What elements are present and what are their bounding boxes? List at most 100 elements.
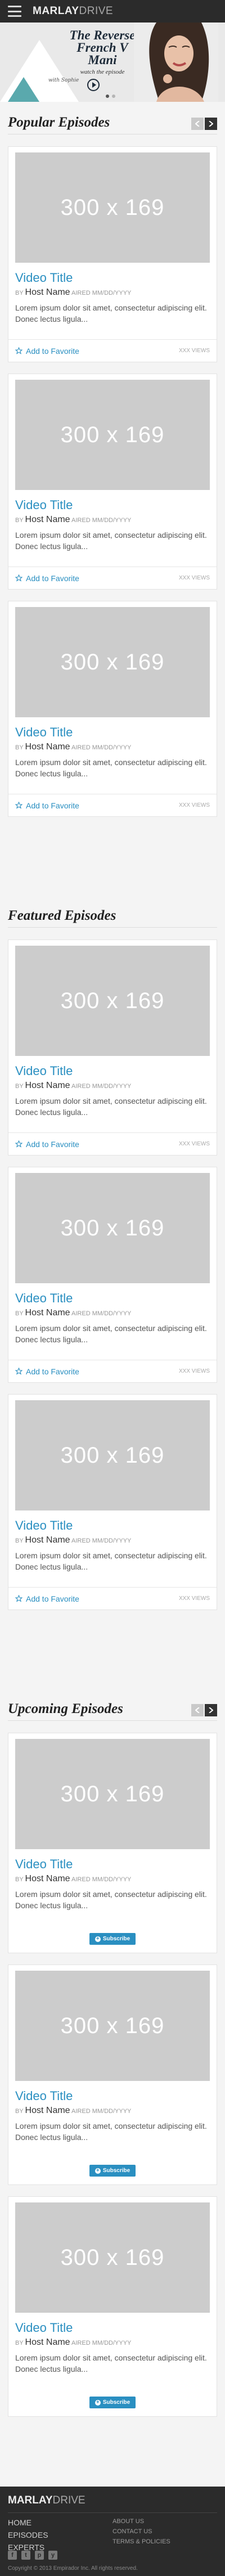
- episode-card[interactable]: 300 x 169 Video Title BY Host Name AIRED…: [8, 1964, 217, 2185]
- star-icon: [15, 1140, 22, 1148]
- episode-card[interactable]: 300 x 169 Video Title BY Host Name AIRED…: [8, 1733, 217, 1953]
- star-icon: [15, 802, 22, 809]
- add-to-favorite-button[interactable]: Add to Favorite: [15, 574, 79, 583]
- video-thumbnail[interactable]: 300 x 169: [15, 1971, 210, 2081]
- view-count: XXX VIEWS: [178, 1595, 210, 1602]
- section-title: Upcoming Episodes: [8, 1701, 123, 1716]
- featured-episodes-section: Featured Episodes: [0, 903, 225, 928]
- subscribe-button[interactable]: + Subscribe: [89, 2397, 136, 2408]
- footer-link-home[interactable]: HOME: [8, 2518, 48, 2527]
- video-title[interactable]: Video Title: [15, 498, 210, 512]
- episode-card[interactable]: 300 x 169 Video Title BY Host Name AIRED…: [8, 1167, 217, 1383]
- video-thumbnail[interactable]: 300 x 169: [15, 380, 210, 490]
- subscribe-button[interactable]: + Subscribe: [89, 1933, 136, 1945]
- video-title[interactable]: Video Title: [15, 2089, 210, 2103]
- footer-nav: HOME EPISODES EXPERTS: [8, 2518, 48, 2552]
- video-title[interactable]: Video Title: [15, 271, 210, 285]
- star-icon: [15, 347, 22, 354]
- twitter-icon[interactable]: t: [21, 2551, 30, 2560]
- card-footer: Add to Favorite XXX VIEWS: [8, 339, 217, 362]
- add-to-favorite-button[interactable]: Add to Favorite: [15, 801, 79, 810]
- upcoming-episodes-section: Upcoming Episodes: [0, 1696, 225, 1721]
- hero-title: The Reverse French V Mani: [69, 28, 136, 67]
- carousel-dot[interactable]: [106, 95, 109, 98]
- facebook-icon[interactable]: f: [8, 2551, 17, 2560]
- card-footer: Add to Favorite XXX VIEWS: [8, 1360, 217, 1382]
- hero-carousel-dots[interactable]: [106, 95, 115, 98]
- copyright-text: Copyright © 2013 Empirador Inc. All righ…: [8, 2565, 138, 2571]
- video-title[interactable]: Video Title: [15, 1064, 210, 1078]
- hero-play-button[interactable]: [87, 79, 100, 91]
- carousel-dot[interactable]: [112, 95, 115, 98]
- episode-card[interactable]: 300 x 169 Video Title BY Host Name AIRED…: [8, 146, 217, 362]
- video-title[interactable]: Video Title: [15, 1291, 210, 1306]
- video-thumbnail[interactable]: 300 x 169: [15, 1739, 210, 1849]
- add-to-favorite-button[interactable]: Add to Favorite: [15, 1367, 79, 1376]
- video-title[interactable]: Video Title: [15, 725, 210, 740]
- pinterest-icon[interactable]: p: [35, 2551, 44, 2560]
- youtube-icon[interactable]: y: [48, 2551, 57, 2560]
- video-meta: BY Host Name AIRED MM/DD/YYYY: [15, 2106, 132, 2115]
- video-meta: BY Host Name AIRED MM/DD/YYYY: [15, 515, 132, 524]
- next-arrow-icon[interactable]: [205, 1704, 217, 1716]
- top-bar: MARLAYDRIVE: [0, 0, 225, 23]
- view-count: XXX VIEWS: [178, 1368, 210, 1374]
- menu-icon[interactable]: [8, 6, 21, 17]
- video-meta: BY Host Name AIRED MM/DD/YYYY: [15, 742, 132, 752]
- subscribe-button[interactable]: + Subscribe: [89, 2165, 136, 2177]
- view-count: XXX VIEWS: [178, 575, 210, 581]
- video-thumbnail[interactable]: 300 x 169: [15, 152, 210, 263]
- add-to-favorite-button[interactable]: Add to Favorite: [15, 347, 79, 356]
- site-footer: MARLAYDRIVE HOME EPISODES EXPERTS ABOUT …: [0, 2487, 225, 2576]
- footer-link-contact[interactable]: CONTACT US: [112, 2528, 170, 2535]
- hero-signature: with Sophie: [48, 78, 79, 83]
- hero-banner[interactable]: The Reverse French V Mani watch the epis…: [0, 23, 225, 102]
- card-footer: Add to Favorite XXX VIEWS: [8, 1587, 217, 1610]
- video-title[interactable]: Video Title: [15, 2321, 210, 2335]
- video-meta: BY Host Name AIRED MM/DD/YYYY: [15, 1081, 132, 1090]
- video-description: Lorem ipsum dolor sit amet, consectetur …: [15, 531, 207, 551]
- add-to-favorite-button[interactable]: Add to Favorite: [15, 1594, 79, 1603]
- section-title: Popular Episodes: [8, 115, 110, 130]
- video-thumbnail[interactable]: 300 x 169: [15, 946, 210, 1056]
- episode-card[interactable]: 300 x 169 Video Title BY Host Name AIRED…: [8, 939, 217, 1156]
- episode-card[interactable]: 300 x 169 Video Title BY Host Name AIRED…: [8, 1394, 217, 1610]
- video-thumbnail[interactable]: 300 x 169: [15, 1400, 210, 1510]
- footer-logo[interactable]: MARLAYDRIVE: [8, 2494, 86, 2507]
- video-title[interactable]: Video Title: [15, 1857, 210, 1872]
- next-arrow-icon[interactable]: [205, 118, 217, 130]
- star-icon: [15, 574, 22, 582]
- video-description: Lorem ipsum dolor sit amet, consectetur …: [15, 1890, 207, 1910]
- popular-episodes-section: Popular Episodes: [0, 110, 225, 134]
- site-logo[interactable]: MARLAYDRIVE: [33, 5, 113, 17]
- add-to-favorite-button[interactable]: Add to Favorite: [15, 1140, 79, 1149]
- footer-link-terms[interactable]: TERMS & POLICIES: [112, 2538, 170, 2545]
- plus-icon: +: [94, 2399, 101, 2406]
- footer-link-about[interactable]: ABOUT US: [112, 2518, 170, 2525]
- video-description: Lorem ipsum dolor sit amet, consectetur …: [15, 303, 207, 323]
- section-pager: [191, 118, 217, 130]
- video-meta: BY Host Name AIRED MM/DD/YYYY: [15, 2337, 132, 2347]
- video-thumbnail[interactable]: 300 x 169: [15, 2202, 210, 2313]
- view-count: XXX VIEWS: [178, 802, 210, 808]
- episode-card[interactable]: 300 x 169 Video Title BY Host Name AIRED…: [8, 2196, 217, 2417]
- video-title[interactable]: Video Title: [15, 1518, 210, 1533]
- video-description: Lorem ipsum dolor sit amet, consectetur …: [15, 1551, 207, 1571]
- video-thumbnail[interactable]: 300 x 169: [15, 607, 210, 717]
- video-meta: BY Host Name AIRED MM/DD/YYYY: [15, 287, 132, 297]
- episode-card[interactable]: 300 x 169 Video Title BY Host Name AIRED…: [8, 374, 217, 590]
- video-description: Lorem ipsum dolor sit amet, consectetur …: [15, 758, 207, 778]
- video-description: Lorem ipsum dolor sit amet, consectetur …: [15, 2353, 207, 2373]
- view-count: XXX VIEWS: [178, 1141, 210, 1147]
- hero-model-image: [134, 23, 218, 102]
- card-footer: Add to Favorite XXX VIEWS: [8, 567, 217, 589]
- footer-link-episodes[interactable]: EPISODES: [8, 2530, 48, 2539]
- video-description: Lorem ipsum dolor sit amet, consectetur …: [15, 1324, 207, 1344]
- video-thumbnail[interactable]: 300 x 169: [15, 1173, 210, 1283]
- plus-icon: +: [94, 1936, 101, 1942]
- prev-arrow-icon[interactable]: [191, 1704, 204, 1716]
- episode-card[interactable]: 300 x 169 Video Title BY Host Name AIRED…: [8, 601, 217, 817]
- video-meta: BY Host Name AIRED MM/DD/YYYY: [15, 1535, 132, 1545]
- prev-arrow-icon[interactable]: [191, 118, 204, 130]
- hero-subtitle: watch the episode: [80, 69, 125, 75]
